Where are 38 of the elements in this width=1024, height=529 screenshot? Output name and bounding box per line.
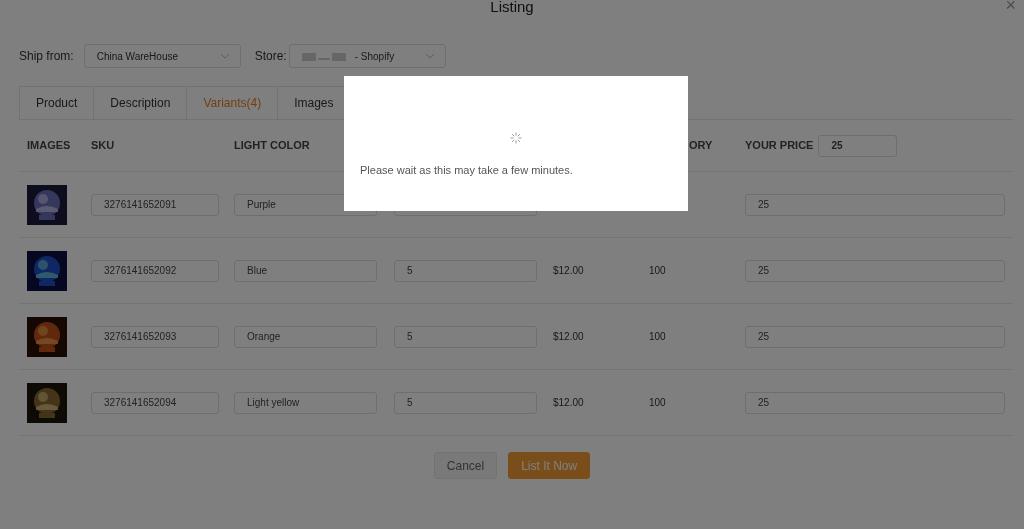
caret-icon bbox=[424, 53, 435, 59]
field-label: Store: bbox=[254, 48, 287, 65]
color-field[interactable]: Light yellow bbox=[234, 391, 377, 414]
close-button[interactable]: × bbox=[1005, 0, 1016, 14]
column-header: IMAGES bbox=[27, 139, 71, 152]
store-select[interactable]: - Shopify bbox=[288, 44, 446, 68]
loading-message: Please wait as this may take a few minutes. bbox=[360, 163, 573, 178]
color-field[interactable]: Blue bbox=[234, 259, 377, 282]
ship-from-select[interactable]: China WareHouse bbox=[83, 44, 241, 68]
caret-icon bbox=[219, 53, 230, 59]
sku-field[interactable]: 3276141652091 bbox=[91, 193, 219, 216]
quantity-field[interactable]: 5 bbox=[394, 259, 537, 282]
price-field[interactable]: 25 bbox=[745, 325, 1005, 348]
price-input[interactable]: 25 bbox=[818, 134, 898, 157]
table-cell: 100 bbox=[649, 397, 666, 408]
sku-field[interactable]: 3276141652093 bbox=[91, 325, 219, 348]
sku-field[interactable]: 3276141652092 bbox=[91, 259, 219, 282]
column-header: ORY bbox=[689, 139, 713, 152]
color-field[interactable]: Orange bbox=[234, 325, 377, 348]
spinner-icon bbox=[510, 132, 522, 144]
table-cell: $12.00 bbox=[553, 265, 584, 276]
price-field[interactable]: 25 bbox=[745, 391, 1005, 414]
field-label: Ship from: bbox=[19, 48, 74, 65]
column-header: SKU bbox=[91, 139, 115, 152]
tab[interactable]: Product bbox=[19, 86, 95, 119]
price-field[interactable]: 25 bbox=[745, 259, 1005, 282]
table-cell: 100 bbox=[649, 265, 666, 276]
cancel-button[interactable]: Cancel bbox=[433, 452, 498, 479]
table-cell: $12.00 bbox=[553, 331, 584, 342]
sku-field[interactable]: 3276141652094 bbox=[91, 391, 219, 414]
quantity-field[interactable]: 5 bbox=[394, 325, 537, 348]
table-cell: $12.00 bbox=[553, 397, 584, 408]
table-cell: 100 bbox=[649, 331, 666, 342]
column-header: YOUR PRICE bbox=[745, 138, 814, 154]
column-header: LIGHT COLOR bbox=[234, 139, 310, 152]
dialog-title: Listing bbox=[490, 0, 534, 17]
quantity-field[interactable]: 5 bbox=[394, 391, 537, 414]
price-field[interactable]: 25 bbox=[745, 193, 1005, 216]
